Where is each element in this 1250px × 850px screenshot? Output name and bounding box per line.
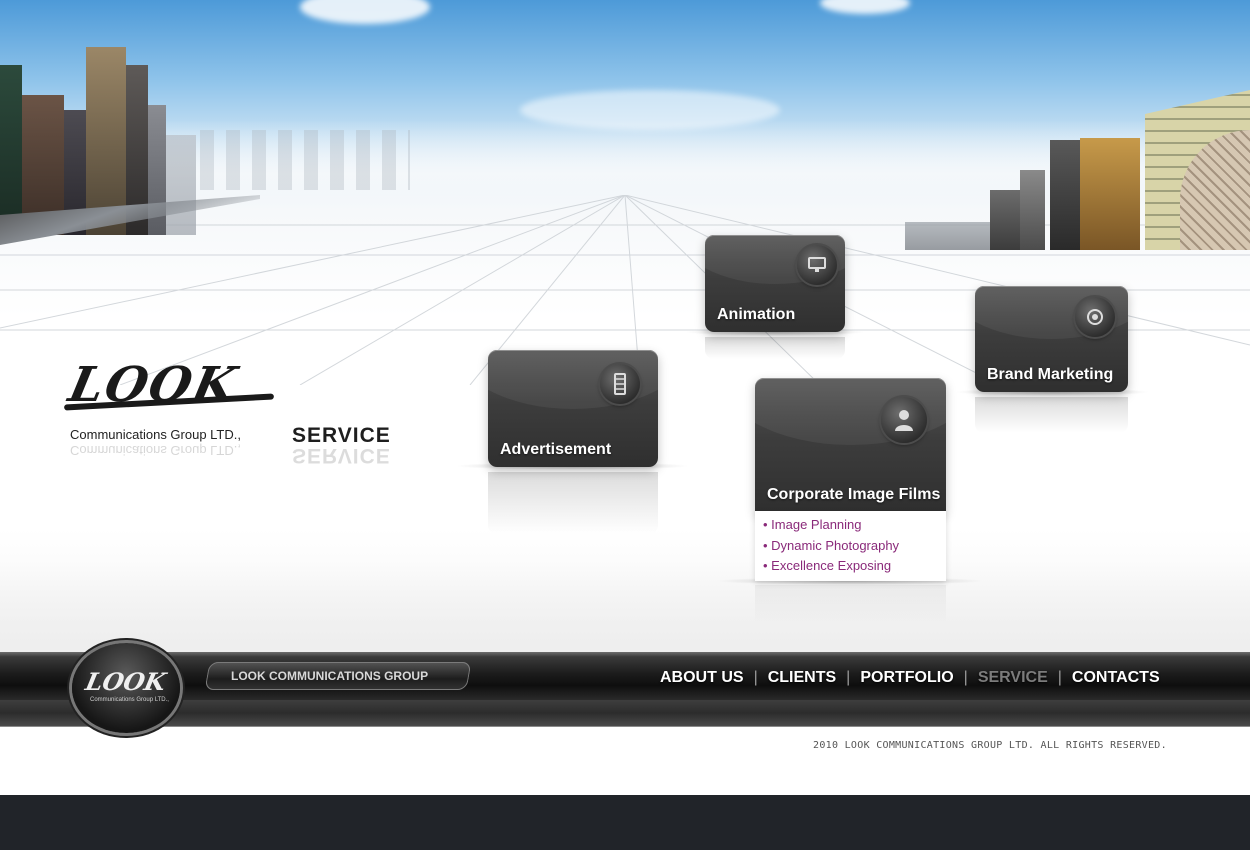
navbar-logo-subtitle: Communications Group LTD., (90, 697, 169, 703)
distant-skyline (200, 130, 410, 190)
film-strip-icon (600, 364, 640, 404)
service-tile-label: Corporate Image Films (767, 486, 941, 503)
floor-fade (0, 560, 1250, 660)
navbar-base (0, 700, 1250, 727)
corporate-films-submenu: • Image Planning • Dynamic Photography •… (755, 511, 946, 581)
navbar-logo-wordmark: LOOK (82, 667, 169, 696)
cloud (300, 0, 430, 24)
page-title-reflection: SERVICE (292, 444, 391, 467)
service-tile-label: Animation (717, 306, 796, 323)
nav-link-portfolio[interactable]: PORTFOLIO (850, 669, 963, 687)
logo-wordmark: LOOK (64, 357, 244, 413)
brand-pill-label: LOOK COMMUNICATIONS GROUP (231, 669, 429, 683)
target-icon (1075, 297, 1115, 337)
nav-link-service[interactable]: SERVICE (968, 669, 1058, 687)
submenu-item-image-planning[interactable]: • Image Planning (763, 517, 862, 532)
look-logo[interactable]: LOOK Communications Group LTD., Communic… (63, 355, 284, 458)
service-tile-animation[interactable]: Animation (705, 235, 845, 332)
cloud (820, 0, 910, 14)
nav-link-clients[interactable]: CLIENTS (758, 669, 846, 687)
footer-band (0, 795, 1250, 850)
service-tile-brand-marketing[interactable]: Brand Marketing (975, 286, 1128, 392)
monitor-icon (797, 245, 837, 285)
service-tile-advertisement[interactable]: Advertisement (488, 350, 658, 467)
submenu-reflection (755, 585, 946, 625)
tile-reflection (488, 472, 658, 534)
submenu-item-dynamic-photography[interactable]: • Dynamic Photography (763, 538, 899, 553)
service-tile-label: Advertisement (500, 441, 612, 458)
service-tile-label: Brand Marketing (987, 366, 1114, 383)
navbar-logo-badge[interactable]: LOOK Communications Group LTD., (72, 643, 180, 733)
person-icon (881, 397, 927, 443)
nav-link-contacts[interactable]: CONTACTS (1062, 669, 1170, 687)
service-tile-corporate-image-films[interactable]: Corporate Image Films (755, 378, 946, 512)
nav-links: ABOUT US | CLIENTS | PORTFOLIO | SERVICE… (650, 665, 1170, 691)
right-skyline (905, 85, 1250, 250)
nav-link-about-us[interactable]: ABOUT US (650, 669, 754, 687)
logo-company-reflection: Communications Group LTD., (70, 443, 241, 458)
tile-reflection (705, 337, 845, 359)
logo-company-name: Communications Group LTD., (70, 427, 241, 442)
tile-reflection (975, 397, 1128, 433)
submenu-item-excellence-exposing[interactable]: • Excellence Exposing (763, 558, 891, 573)
copyright-text: 2010 LOOK COMMUNICATIONS GROUP LTD. ALL … (813, 740, 1167, 751)
